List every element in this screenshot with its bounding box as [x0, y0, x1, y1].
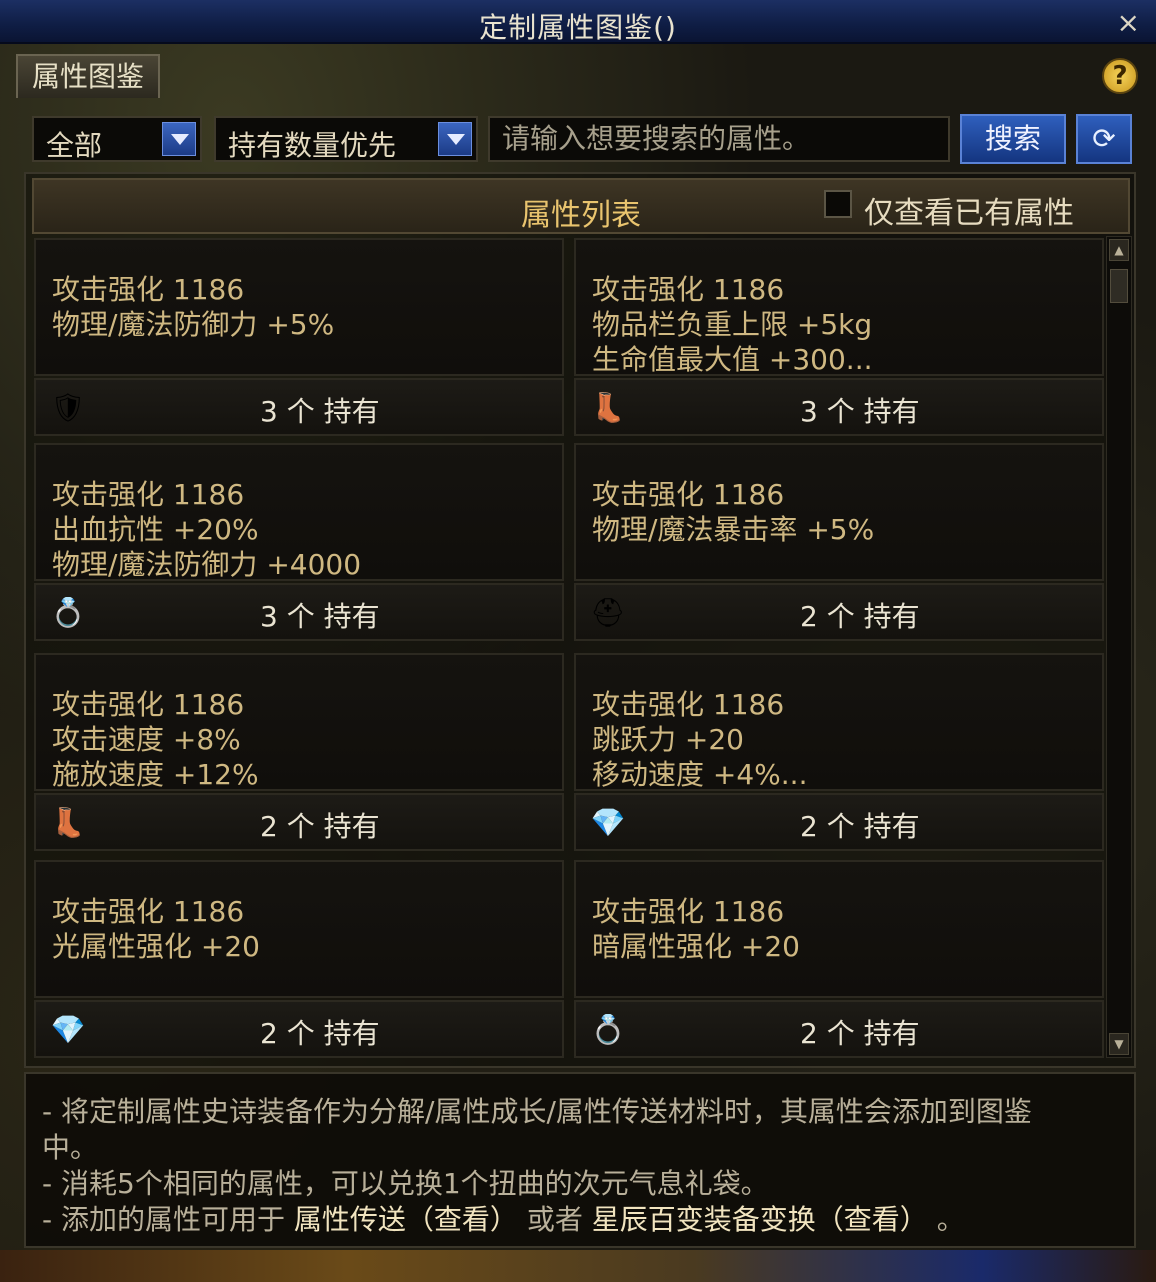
attribute-card-footer: 👢 2 个 持有 — [34, 793, 564, 851]
info-line: - 消耗5个相同的属性，可以兑换1个扭曲的次元气息礼袋。 — [42, 1167, 769, 1200]
attribute-card[interactable]: 攻击强化 1186 暗属性强化 +20 💍 2 个 持有 — [574, 860, 1104, 1058]
category-value: 全部 — [46, 129, 103, 162]
scroll-thumb[interactable] — [1110, 269, 1128, 303]
refresh-icon[interactable]: ⟳ — [1076, 114, 1132, 164]
attribute-card-footer: 💍 3 个 持有 — [34, 583, 564, 641]
attribute-line: 出血抗性 +20% — [52, 513, 259, 546]
only-owned-checkbox[interactable] — [824, 190, 852, 218]
attribute-line: 攻击强化 1186 — [52, 895, 245, 928]
gem-icon[interactable]: 💎 — [50, 1012, 86, 1048]
info-line: 中。 — [42, 1131, 99, 1164]
owned-count: 2 个 持有 — [260, 810, 380, 843]
attribute-card[interactable]: 攻击强化 1186 物理/魔法暴击率 +5% ⛑ 2 个 持有 — [574, 443, 1104, 641]
attribute-card[interactable]: 攻击强化 1186 出血抗性 +20% 物理/魔法防御力 +4000 💍 3 个 持有 — [34, 443, 564, 641]
attribute-card-details: 攻击强化 1186 光属性强化 +20 — [34, 860, 564, 998]
attribute-line: 攻击强化 1186 — [52, 688, 245, 721]
attribute-line: 攻击强化 1186 — [592, 478, 785, 511]
attribute-line: 跳跃力 +20 — [592, 723, 744, 756]
sort-value: 持有数量优先 — [228, 129, 397, 162]
boots-icon[interactable]: 👢 — [50, 805, 86, 841]
attribute-card[interactable]: 攻击强化 1186 跳跃力 +20 移动速度 +4%... 💎 2 个 持有 — [574, 653, 1104, 851]
close-icon[interactable]: × — [1117, 6, 1140, 39]
owned-count: 2 个 持有 — [800, 810, 920, 843]
attribute-card[interactable]: 攻击强化 1186 物品栏负重上限 +5kg 生命值最大值 +300... 👢 3 个 … — [574, 238, 1104, 436]
attribute-card[interactable]: 攻击强化 1186 物理/魔法防御力 +5% 🛡 3 个 持有 — [34, 238, 564, 436]
attribute-card-footer: ⛑ 2 个 持有 — [574, 583, 1104, 641]
ring-icon[interactable]: 💍 — [590, 1012, 626, 1048]
tab-attribute-collection[interactable]: 属性图鉴 — [16, 54, 160, 98]
help-icon[interactable]: ? — [1102, 58, 1138, 94]
armor-icon[interactable]: 🛡 — [50, 390, 86, 426]
owned-count: 2 个 持有 — [260, 1017, 380, 1050]
attribute-line: 物品栏负重上限 +5kg — [592, 308, 873, 341]
owned-count: 3 个 持有 — [800, 395, 920, 428]
search-button[interactable]: 搜索 — [960, 114, 1066, 164]
scroll-up-icon[interactable]: ▲ — [1109, 239, 1129, 261]
attribute-card-footer: 🛡 3 个 持有 — [34, 378, 564, 436]
attribute-line: 攻击强化 1186 — [52, 478, 245, 511]
attribute-line: 暗属性强化 +20 — [592, 930, 800, 963]
attribute-card[interactable]: 攻击强化 1186 光属性强化 +20 💎 2 个 持有 — [34, 860, 564, 1058]
sort-dropdown[interactable]: 持有数量优先 — [214, 116, 478, 162]
attribute-line: 攻击速度 +8% — [52, 723, 241, 756]
attribute-line: 移动速度 +4%... — [592, 758, 808, 791]
attribute-card-details: 攻击强化 1186 物品栏负重上限 +5kg 生命值最大值 +300... — [574, 238, 1104, 376]
attribute-card-details: 攻击强化 1186 物理/魔法暴击率 +5% — [574, 443, 1104, 581]
ring-icon[interactable]: 💍 — [50, 595, 86, 631]
boots-icon[interactable]: 👢 — [590, 390, 626, 426]
attribute-line: 物理/魔法暴击率 +5% — [592, 513, 875, 546]
owned-count: 3 个 持有 — [260, 395, 380, 428]
chevron-down-icon[interactable] — [438, 122, 472, 156]
attribute-line: 光属性强化 +20 — [52, 930, 260, 963]
window-title: 定制属性图鉴() — [479, 11, 677, 44]
attribute-line: 攻击强化 1186 — [592, 273, 785, 306]
info-line: - 将定制属性史诗装备作为分解/属性成长/属性传送材料时，其属性会添加到图鉴 — [42, 1095, 1032, 1128]
chevron-down-icon[interactable] — [162, 122, 196, 156]
category-dropdown[interactable]: 全部 — [32, 116, 202, 162]
scrollbar[interactable]: ▲ ▼ — [1106, 236, 1132, 1058]
info-panel: - 将定制属性史诗装备作为分解/属性成长/属性传送材料时，其属性会添加到图鉴 中… — [24, 1072, 1136, 1248]
attribute-line: 攻击强化 1186 — [52, 273, 245, 306]
bottom-hud-strip — [0, 1250, 1156, 1282]
info-text: 。 — [936, 1203, 965, 1236]
attribute-card-footer: 💎 2 个 持有 — [34, 1000, 564, 1058]
search-input[interactable]: 请输入想要搜索的属性。 — [488, 116, 950, 162]
info-text: - 添加的属性可用于 — [42, 1203, 286, 1236]
attribute-transfer-link[interactable]: 属性传送（查看） — [294, 1203, 518, 1236]
attribute-line: 攻击强化 1186 — [592, 895, 785, 928]
attribute-line: 攻击强化 1186 — [592, 688, 785, 721]
attribute-card-footer: 👢 3 个 持有 — [574, 378, 1104, 436]
attribute-line: 生命值最大值 +300... — [592, 343, 873, 376]
list-header: 属性列表 仅查看已有属性 — [32, 178, 1130, 234]
attribute-card-details: 攻击强化 1186 物理/魔法防御力 +5% — [34, 238, 564, 376]
attribute-card[interactable]: 攻击强化 1186 攻击速度 +8% 施放速度 +12% 👢 2 个 持有 — [34, 653, 564, 851]
attribute-line: 物理/魔法防御力 +4000 — [52, 548, 362, 581]
gem-icon[interactable]: 💎 — [590, 805, 626, 841]
attribute-card-details: 攻击强化 1186 出血抗性 +20% 物理/魔法防御力 +4000 — [34, 443, 564, 581]
attribute-card-details: 攻击强化 1186 攻击速度 +8% 施放速度 +12% — [34, 653, 564, 791]
owned-count: 2 个 持有 — [800, 1017, 920, 1050]
only-owned-label: 仅查看已有属性 — [864, 196, 1074, 231]
scroll-down-icon[interactable]: ▼ — [1109, 1033, 1129, 1055]
owned-count: 2 个 持有 — [800, 600, 920, 633]
attribute-line: 物理/魔法防御力 +5% — [52, 308, 335, 341]
title-bar[interactable]: 定制属性图鉴() × — [0, 0, 1156, 44]
attribute-card-details: 攻击强化 1186 暗属性强化 +20 — [574, 860, 1104, 998]
attribute-card-footer: 💎 2 个 持有 — [574, 793, 1104, 851]
attribute-card-details: 攻击强化 1186 跳跃力 +20 移动速度 +4%... — [574, 653, 1104, 791]
info-text: 或者 — [526, 1203, 583, 1236]
helmet-icon[interactable]: ⛑ — [590, 595, 626, 631]
attribute-line: 施放速度 +12% — [52, 758, 259, 791]
star-equipment-transform-link[interactable]: 星辰百变装备变换（查看） — [592, 1203, 928, 1236]
attribute-card-footer: 💍 2 个 持有 — [574, 1000, 1104, 1058]
info-line: - 添加的属性可用于 属性传送（查看） 或者 星辰百变装备变换（查看） 。 — [42, 1198, 965, 1238]
owned-count: 3 个 持有 — [260, 600, 380, 633]
